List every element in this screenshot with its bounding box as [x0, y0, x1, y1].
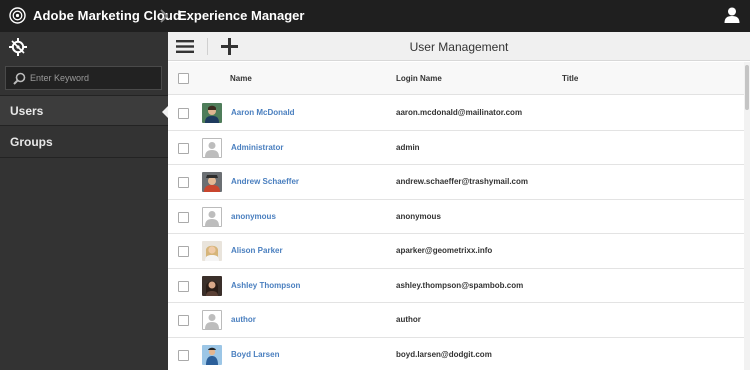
user-login: author: [396, 315, 421, 324]
table-header: Name Login Name Title: [168, 62, 744, 95]
top-bar: Adobe Marketing Cloud Experience Manager: [0, 0, 750, 32]
user-name-link[interactable]: author: [231, 315, 256, 324]
row-checkbox[interactable]: [178, 349, 189, 361]
row-checkbox[interactable]: [178, 280, 189, 292]
user-login: aparker@geometrixx.info: [396, 246, 493, 255]
avatar: [202, 275, 222, 296]
column-header-title[interactable]: Title: [562, 74, 578, 83]
sidebar-item-label: Users: [10, 104, 44, 118]
breadcrumb-chevron-icon: [160, 9, 169, 23]
sidebar-item-groups[interactable]: Groups: [0, 127, 168, 158]
vertical-scrollbar[interactable]: [744, 62, 750, 370]
user-icon[interactable]: [723, 6, 741, 24]
page-title: User Management: [409, 40, 509, 54]
user-name-link[interactable]: Aaron McDonald: [231, 108, 295, 117]
toolbar: User Management: [168, 32, 750, 61]
sidebar: Users Groups: [0, 32, 168, 370]
search-input[interactable]: [30, 70, 158, 86]
row-checkbox[interactable]: [178, 211, 189, 223]
sidebar-item-users[interactable]: Users: [0, 95, 168, 126]
table-row[interactable]: Boyd Larsen boyd.larsen@dodgit.com: [168, 337, 744, 370]
user-name-link[interactable]: anonymous: [231, 212, 276, 221]
avatar: [202, 103, 222, 123]
column-header-name[interactable]: Name: [230, 74, 252, 83]
navigation-compass-icon[interactable]: [8, 37, 28, 57]
avatar: [202, 206, 222, 227]
user-name-link[interactable]: Ashley Thompson: [231, 281, 300, 290]
table-row[interactable]: Aaron McDonald aaron.mcdonald@mailinator…: [168, 96, 744, 131]
column-header-login[interactable]: Login Name: [396, 74, 442, 83]
table-row[interactable]: Ashley Thompson ashley.thompson@spambob.…: [168, 268, 744, 303]
user-login: boyd.larsen@dodgit.com: [396, 349, 492, 359]
main-content: User Management Name Login Name Title Aa…: [168, 32, 750, 370]
user-login: ashley.thompson@spambob.com: [396, 280, 524, 290]
row-checkbox[interactable]: [178, 108, 189, 119]
row-checkbox[interactable]: [178, 177, 189, 188]
row-checkbox[interactable]: [178, 246, 189, 257]
search-icon: [13, 72, 26, 85]
user-login: admin: [396, 142, 420, 152]
row-checkbox[interactable]: [178, 315, 189, 326]
avatar: [202, 241, 222, 261]
user-name-link[interactable]: Alison Parker: [231, 246, 283, 255]
select-all-checkbox[interactable]: [178, 73, 189, 84]
user-login: aaron.mcdonald@mailinator.com: [396, 108, 523, 117]
user-login: anonymous: [396, 211, 441, 221]
scrollbar-thumb[interactable]: [745, 65, 749, 110]
adobe-marketing-cloud-logo[interactable]: [9, 7, 26, 24]
user-name-link[interactable]: Administrator: [231, 143, 283, 152]
table-row[interactable]: author author: [168, 303, 744, 338]
table-row[interactable]: Administrator admin: [168, 130, 744, 165]
table-row[interactable]: anonymous anonymous: [168, 199, 744, 234]
row-checkbox[interactable]: [178, 142, 189, 154]
table-row[interactable]: Alison Parker aparker@geometrixx.info: [168, 234, 744, 269]
avatar: [202, 344, 222, 365]
search-field[interactable]: [5, 66, 162, 90]
user-login: andrew.schaeffer@trashymail.com: [396, 177, 528, 186]
avatar: [202, 137, 222, 158]
avatar: [202, 172, 222, 192]
table-row[interactable]: Andrew Schaeffer andrew.schaeffer@trashy…: [168, 165, 744, 200]
user-name-link[interactable]: Boyd Larsen: [231, 350, 279, 359]
sidebar-item-label: Groups: [10, 135, 53, 149]
user-name-link[interactable]: Andrew Schaeffer: [231, 177, 299, 186]
avatar: [202, 310, 222, 330]
product-title[interactable]: Experience Manager: [178, 8, 304, 23]
